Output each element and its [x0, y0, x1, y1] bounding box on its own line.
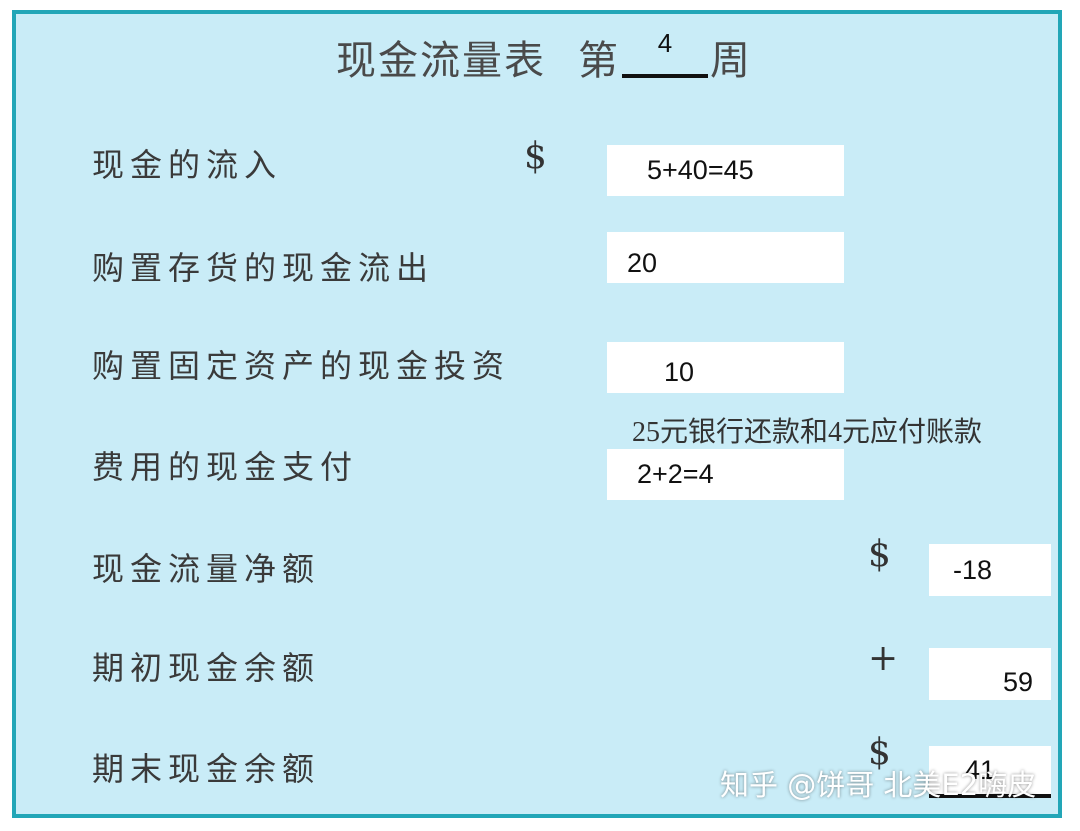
row-symbol-cash-inflow: $	[524, 136, 547, 177]
row-label-cash-inflow: 现金的流入	[92, 146, 283, 184]
row-symbol-net-cash-flow: $	[868, 534, 891, 575]
value-field-fixed-asset-investment[interactable]: 10	[607, 342, 844, 393]
week-prefix: 第	[578, 38, 618, 84]
row-symbol-opening-balance: +	[868, 638, 899, 679]
value-field-cash-inflow[interactable]: 5+40=45	[607, 145, 844, 196]
row-label-opening-balance: 期初现金余额	[92, 649, 321, 687]
week-number-field[interactable]: 4	[622, 28, 708, 78]
value-field-opening-balance[interactable]: 59	[929, 648, 1051, 700]
value-field-expense-payment[interactable]: 2+2=4	[607, 449, 844, 500]
value-field-inventory-outflow[interactable]: 20	[607, 232, 844, 283]
expense-note: 25元银行还款和4元应付账款	[632, 417, 983, 448]
value-field-net-cash-flow[interactable]: -18	[929, 544, 1051, 596]
watermark-text: 知乎 @饼哥 北美E2嗨皮	[720, 768, 1037, 802]
sheet-title: 现金流量表	[336, 38, 546, 84]
row-label-fixed-asset-investment: 购置固定资产的现金投资	[92, 347, 511, 385]
row-label-closing-balance: 期末现金余额	[92, 750, 321, 788]
week-suffix: 周	[710, 38, 750, 84]
row-label-inventory-outflow: 购置存货的现金流出	[92, 249, 435, 287]
row-label-net-cash-flow: 现金流量净额	[92, 550, 321, 588]
row-label-expense-payment: 费用的现金支付	[92, 448, 359, 486]
